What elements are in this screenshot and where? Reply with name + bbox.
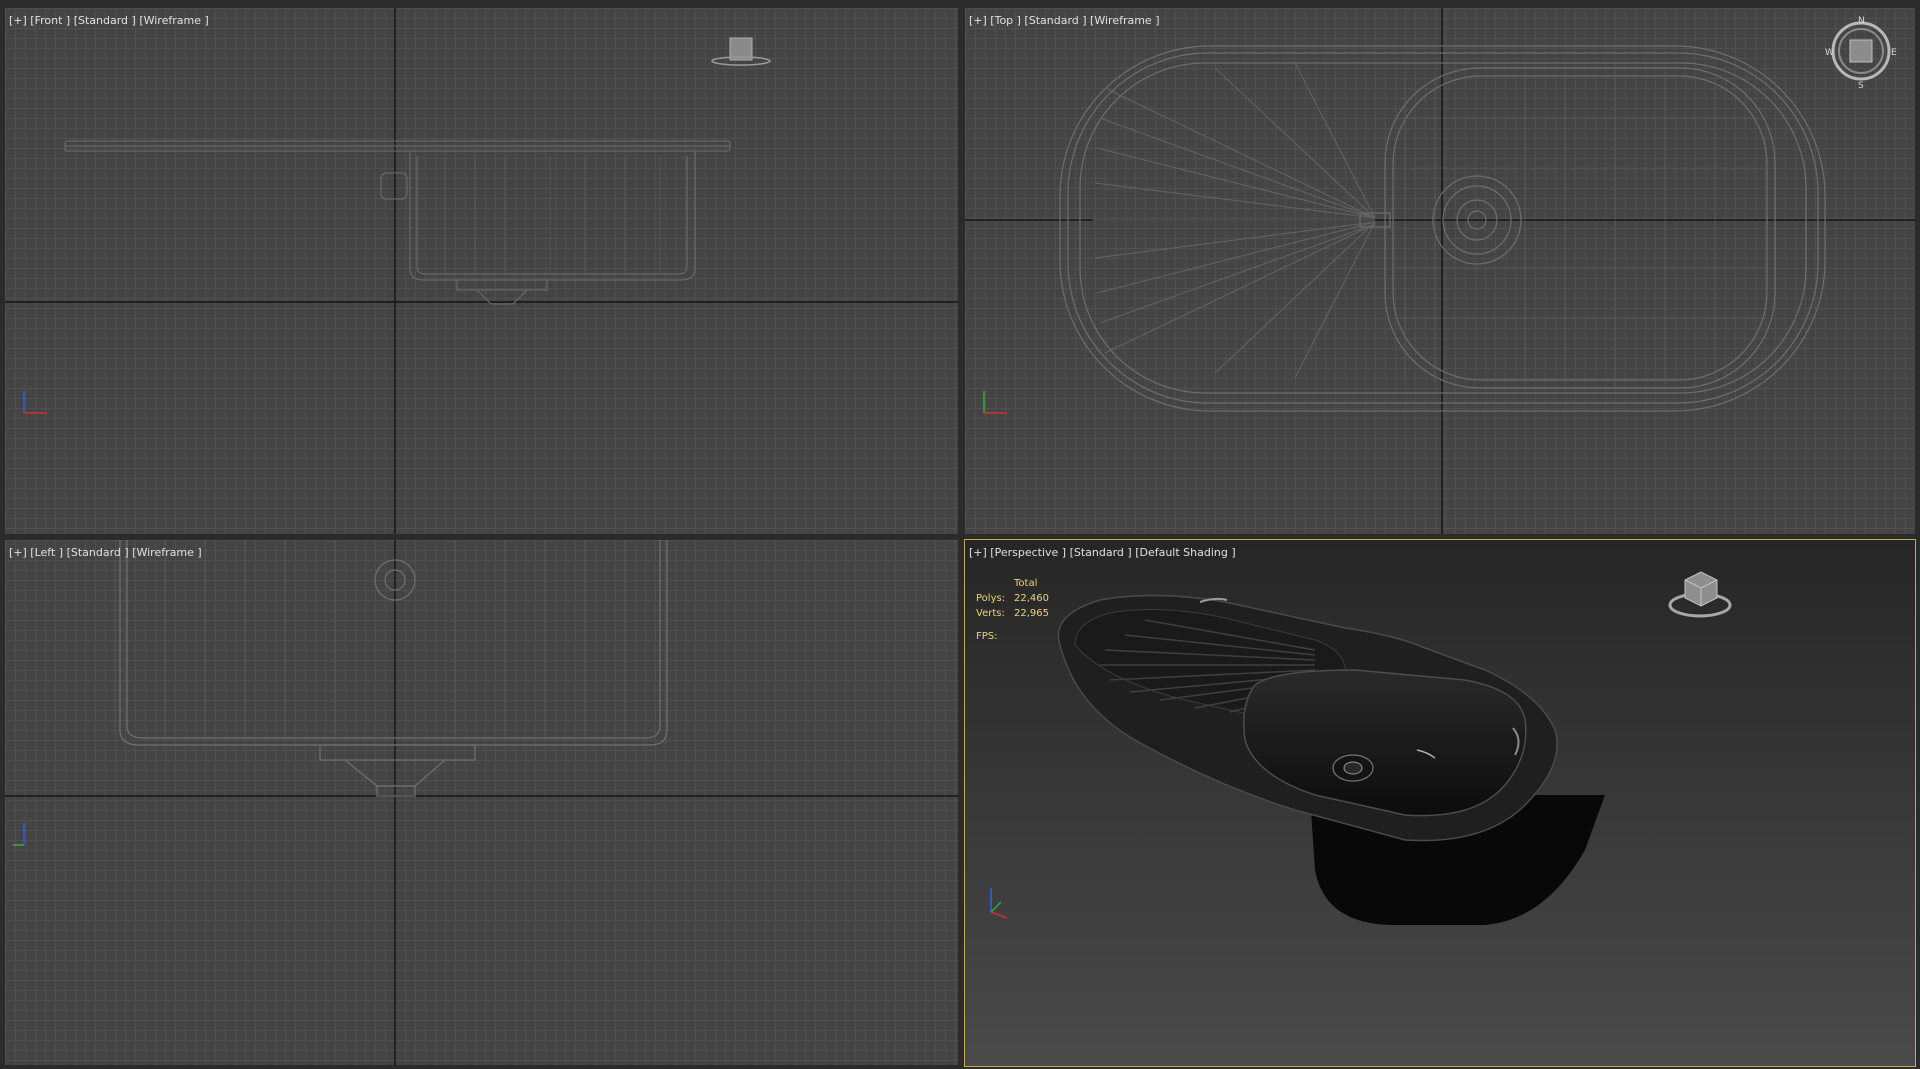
compass-w: W bbox=[1825, 48, 1834, 58]
verts-label: Verts: bbox=[976, 608, 1005, 619]
fps-label: FPS: bbox=[976, 631, 998, 642]
stats-header: Total bbox=[1014, 578, 1038, 589]
top-wireframe: N S W E bbox=[965, 8, 1915, 534]
top-viewport[interactable]: N S W E [+] [Top ] [Standard ] [Wirefram… bbox=[965, 8, 1915, 534]
viewcube[interactable] bbox=[1668, 571, 1732, 618]
axis-tripod bbox=[23, 391, 47, 414]
perspective-viewport-label[interactable]: [+] [Perspective ] [Standard ] [Default … bbox=[969, 546, 1236, 559]
stats-verts-row: Verts: 22,965 bbox=[976, 606, 1049, 621]
polys-label: Polys: bbox=[976, 593, 1006, 604]
stats-polys-row: Polys: 22,460 bbox=[976, 591, 1049, 606]
compass-e: E bbox=[1891, 48, 1897, 58]
polys-value: 22,460 bbox=[1014, 593, 1049, 604]
stats-overlay: Total Polys: 22,460 Verts: 22,965 FPS: bbox=[976, 576, 1049, 644]
axis-tripod bbox=[13, 823, 25, 846]
sink-render bbox=[990, 571, 1732, 925]
axis-tripod bbox=[990, 888, 1008, 919]
front-viewport[interactable]: [+] [Front ] [Standard ] [Wireframe ] bbox=[5, 8, 958, 534]
front-viewport-label[interactable]: [+] [Front ] [Standard ] [Wireframe ] bbox=[9, 14, 209, 27]
perspective-viewport[interactable]: [+] [Perspective ] [Standard ] [Default … bbox=[964, 539, 1916, 1067]
verts-value: 22,965 bbox=[1014, 608, 1049, 619]
left-wireframe bbox=[5, 540, 958, 1065]
left-viewport-label[interactable]: [+] [Left ] [Standard ] [Wireframe ] bbox=[9, 546, 202, 559]
viewport-layout: [+] [Front ] [Standard ] [Wireframe ] N … bbox=[0, 0, 1920, 1069]
viewcube[interactable] bbox=[711, 37, 771, 66]
left-viewport[interactable]: [+] [Left ] [Standard ] [Wireframe ] bbox=[5, 540, 958, 1065]
front-wireframe bbox=[5, 8, 958, 534]
axis-tripod bbox=[983, 391, 1007, 414]
compass-viewcube[interactable]: N S W E bbox=[1825, 16, 1897, 91]
compass-n: N bbox=[1858, 16, 1865, 26]
top-viewport-label[interactable]: [+] [Top ] [Standard ] [Wireframe ] bbox=[969, 14, 1160, 27]
compass-s: S bbox=[1858, 81, 1864, 91]
